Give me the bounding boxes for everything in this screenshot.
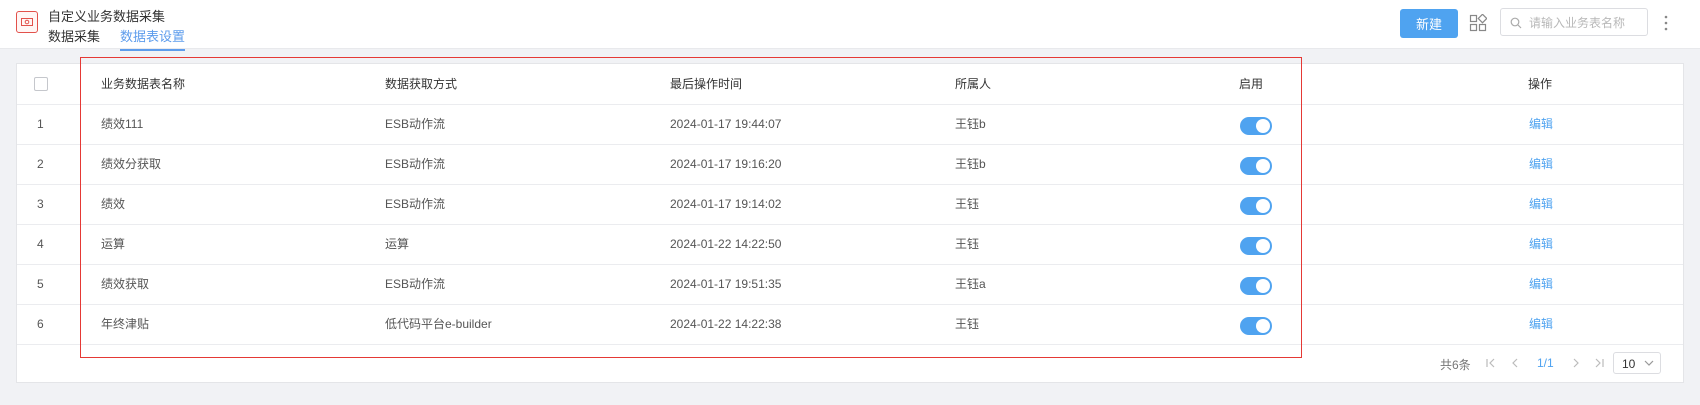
new-button[interactable]: 新建 (1400, 9, 1458, 38)
select-all-checkbox[interactable] (34, 77, 48, 91)
header-time: 最后操作时间 (670, 77, 743, 91)
row-name: 运算 (101, 237, 126, 251)
row-time: 2024-01-17 19:51:35 (670, 277, 782, 291)
row-owner: 王钰 (955, 197, 980, 211)
app-logo-icon (16, 11, 38, 33)
header-enabled: 启用 (1239, 77, 1264, 91)
search-box[interactable] (1500, 8, 1648, 36)
row-owner: 王钰 (955, 237, 980, 251)
row-time: 2024-01-22 14:22:50 (670, 237, 782, 251)
row-time: 2024-01-17 19:14:02 (670, 197, 782, 211)
header-actions: 操作 (1528, 77, 1553, 91)
header-owner: 所属人 (955, 77, 992, 91)
app-title: 自定义业务数据采集 (48, 9, 166, 24)
pagination-current: 1/1 (1537, 356, 1554, 370)
table-header: 业务数据表名称 数据获取方式 最后操作时间 所属人 启用 操作 (17, 64, 1683, 105)
table-row: 5 绩效获取 ESB动作流 2024-01-17 19:51:35 王钰a 编辑 (17, 264, 1683, 305)
row-index: 2 (37, 157, 44, 171)
row-method: 低代码平台e-builder (385, 317, 492, 331)
row-name: 绩效 (101, 197, 126, 211)
first-page-icon[interactable] (1484, 356, 1498, 370)
tab-data-collection[interactable]: 数据采集 (48, 26, 100, 49)
last-page-icon[interactable] (1592, 356, 1606, 370)
pagination-total: 共6条 (1440, 358, 1471, 372)
more-options-icon[interactable] (1662, 14, 1670, 32)
table-row: 4 运算 运算 2024-01-22 14:22:50 王钰 编辑 (17, 224, 1683, 265)
row-owner: 王钰b (955, 117, 986, 131)
edit-link[interactable]: 编辑 (1529, 184, 1553, 224)
table-row: 1 绩效111 ESB动作流 2024-01-17 19:44:07 王钰b 编… (17, 104, 1683, 145)
top-bar: 自定义业务数据采集 数据采集 数据表设置 新建 (0, 0, 1700, 51)
table-row: 6 年终津贴 低代码平台e-builder 2024-01-22 14:22:3… (17, 304, 1683, 345)
row-index: 3 (37, 197, 44, 211)
row-index: 4 (37, 237, 44, 251)
row-owner: 王钰a (955, 277, 986, 291)
enable-toggle[interactable] (1240, 157, 1272, 175)
page-size-select[interactable]: 10 (1613, 352, 1661, 374)
header-method: 数据获取方式 (385, 77, 458, 91)
search-input[interactable] (1527, 13, 1646, 33)
enable-toggle[interactable] (1240, 317, 1272, 335)
chevron-down-icon (1644, 360, 1654, 366)
row-time: 2024-01-22 14:22:38 (670, 317, 782, 331)
tab-table-settings[interactable]: 数据表设置 (120, 26, 186, 51)
row-method: ESB动作流 (385, 197, 446, 211)
edit-link[interactable]: 编辑 (1529, 264, 1553, 304)
row-method: ESB动作流 (385, 157, 446, 171)
enable-toggle[interactable] (1240, 277, 1272, 295)
edit-link[interactable]: 编辑 (1529, 104, 1553, 144)
row-index: 6 (37, 317, 44, 331)
search-icon (1510, 17, 1522, 29)
row-method: ESB动作流 (385, 277, 446, 291)
row-time: 2024-01-17 19:44:07 (670, 117, 782, 131)
row-time: 2024-01-17 19:16:20 (670, 157, 782, 171)
enable-toggle[interactable] (1240, 237, 1272, 255)
layout-icon[interactable] (1469, 13, 1488, 32)
enable-toggle[interactable] (1240, 197, 1272, 215)
row-method: 运算 (385, 237, 410, 251)
row-owner: 王钰 (955, 317, 980, 331)
row-index: 1 (37, 117, 44, 131)
prev-page-icon[interactable] (1508, 356, 1522, 370)
row-owner: 王钰b (955, 157, 986, 171)
row-name: 年终津贴 (101, 317, 150, 331)
next-page-icon[interactable] (1569, 356, 1583, 370)
row-index: 5 (37, 277, 44, 291)
table-row: 2 绩效分获取 ESB动作流 2024-01-17 19:16:20 王钰b 编… (17, 144, 1683, 185)
table-card: 业务数据表名称 数据获取方式 最后操作时间 所属人 启用 操作 1 绩效111 … (16, 63, 1684, 383)
edit-link[interactable]: 编辑 (1529, 304, 1553, 344)
table-row: 3 绩效 ESB动作流 2024-01-17 19:14:02 王钰 编辑 (17, 184, 1683, 225)
edit-link[interactable]: 编辑 (1529, 224, 1553, 264)
row-name: 绩效111 (101, 117, 144, 131)
edit-link[interactable]: 编辑 (1529, 144, 1553, 184)
page-size-value: 10 (1622, 357, 1636, 371)
enable-toggle[interactable] (1240, 117, 1272, 135)
row-method: ESB动作流 (385, 117, 446, 131)
row-name: 绩效分获取 (101, 157, 162, 171)
header-name: 业务数据表名称 (101, 77, 186, 91)
row-name: 绩效获取 (101, 277, 150, 291)
